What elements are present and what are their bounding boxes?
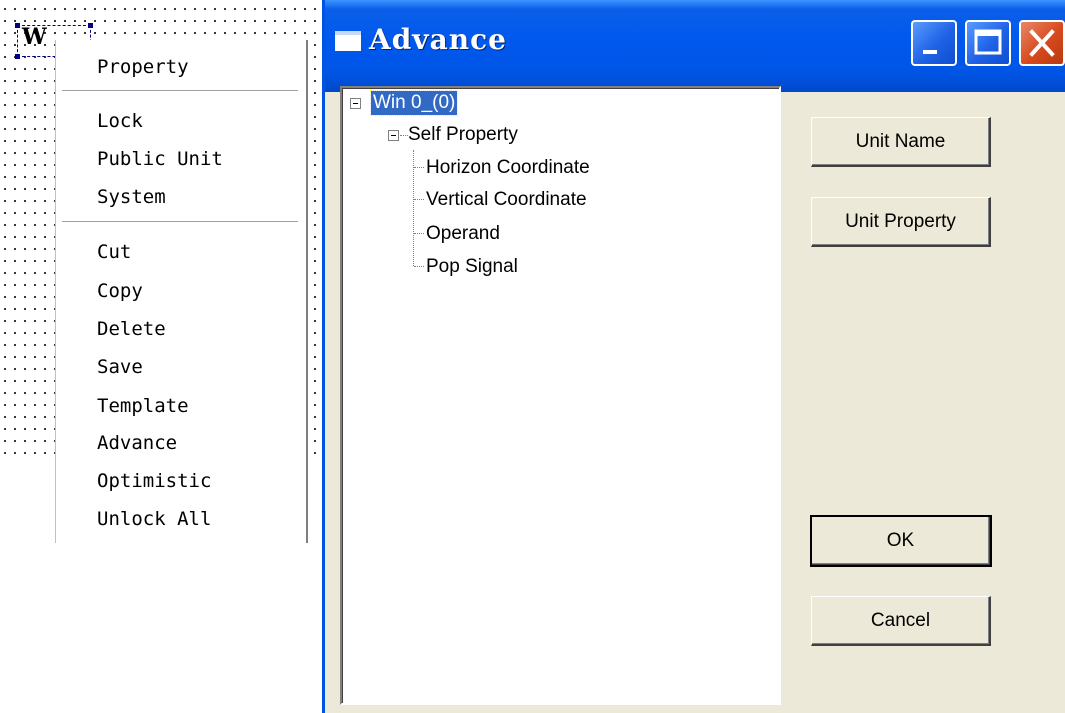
tree-node-root[interactable]: Win 0_(0) bbox=[369, 90, 459, 116]
menu-separator bbox=[62, 221, 298, 223]
resize-handle-bl[interactable] bbox=[15, 54, 20, 59]
maximize-button[interactable] bbox=[965, 20, 1011, 66]
widget-label: W bbox=[22, 24, 47, 50]
close-icon bbox=[1029, 29, 1055, 57]
collapse-icon[interactable] bbox=[388, 130, 399, 141]
tree-connector bbox=[414, 199, 424, 200]
dialog-title: Advance bbox=[369, 23, 507, 56]
minimize-icon bbox=[923, 50, 937, 54]
tree-connector bbox=[400, 135, 408, 136]
tree-leaf-vertical-coordinate[interactable]: Vertical Coordinate bbox=[426, 188, 587, 212]
maximize-icon bbox=[974, 29, 1002, 55]
minimize-button[interactable] bbox=[911, 20, 957, 66]
property-tree[interactable]: Win 0_(0) Self Property Horizon Coordina… bbox=[340, 86, 781, 705]
collapse-icon[interactable] bbox=[350, 98, 361, 109]
tree-connector bbox=[414, 233, 424, 234]
menu-separator bbox=[62, 90, 298, 92]
cancel-button[interactable]: Cancel bbox=[811, 596, 991, 646]
window-icon bbox=[335, 31, 361, 51]
context-menu: Property Lock Public Unit System Cut Cop… bbox=[55, 40, 308, 543]
menu-item-advance[interactable]: Advance bbox=[97, 428, 177, 458]
menu-item-public-unit[interactable]: Public Unit bbox=[97, 144, 223, 174]
menu-item-property[interactable]: Property bbox=[97, 52, 189, 82]
menu-item-lock[interactable]: Lock bbox=[97, 106, 143, 136]
tree-node-self-property[interactable]: Self Property bbox=[408, 123, 518, 147]
menu-item-system[interactable]: System bbox=[97, 182, 166, 212]
menu-item-template[interactable]: Template bbox=[97, 391, 189, 421]
title-bar[interactable]: Advance bbox=[325, 0, 1065, 92]
advance-dialog: Advance Win 0_(0) Self Property Horizon … bbox=[322, 0, 1065, 713]
menu-item-optimistic[interactable]: Optimistic bbox=[97, 466, 211, 496]
tree-leaf-pop-signal[interactable]: Pop Signal bbox=[426, 255, 518, 279]
menu-item-unlock-all[interactable]: Unlock All bbox=[97, 504, 211, 534]
ok-button[interactable]: OK bbox=[810, 515, 992, 567]
close-button[interactable] bbox=[1019, 20, 1065, 66]
menu-item-save[interactable]: Save bbox=[97, 352, 143, 382]
resize-handle-tr[interactable] bbox=[88, 23, 93, 28]
menu-item-copy[interactable]: Copy bbox=[97, 276, 143, 306]
resize-handle-tl[interactable] bbox=[15, 23, 20, 28]
tree-leaf-horizon-coordinate[interactable]: Horizon Coordinate bbox=[426, 156, 590, 180]
menu-item-cut[interactable]: Cut bbox=[97, 237, 131, 267]
tree-leaf-operand[interactable]: Operand bbox=[426, 222, 500, 246]
tree-connector bbox=[414, 167, 424, 168]
tree-connector bbox=[414, 266, 424, 267]
menu-item-delete[interactable]: Delete bbox=[97, 314, 166, 344]
unit-name-button[interactable]: Unit Name bbox=[811, 117, 991, 167]
unit-property-button[interactable]: Unit Property bbox=[811, 197, 991, 247]
